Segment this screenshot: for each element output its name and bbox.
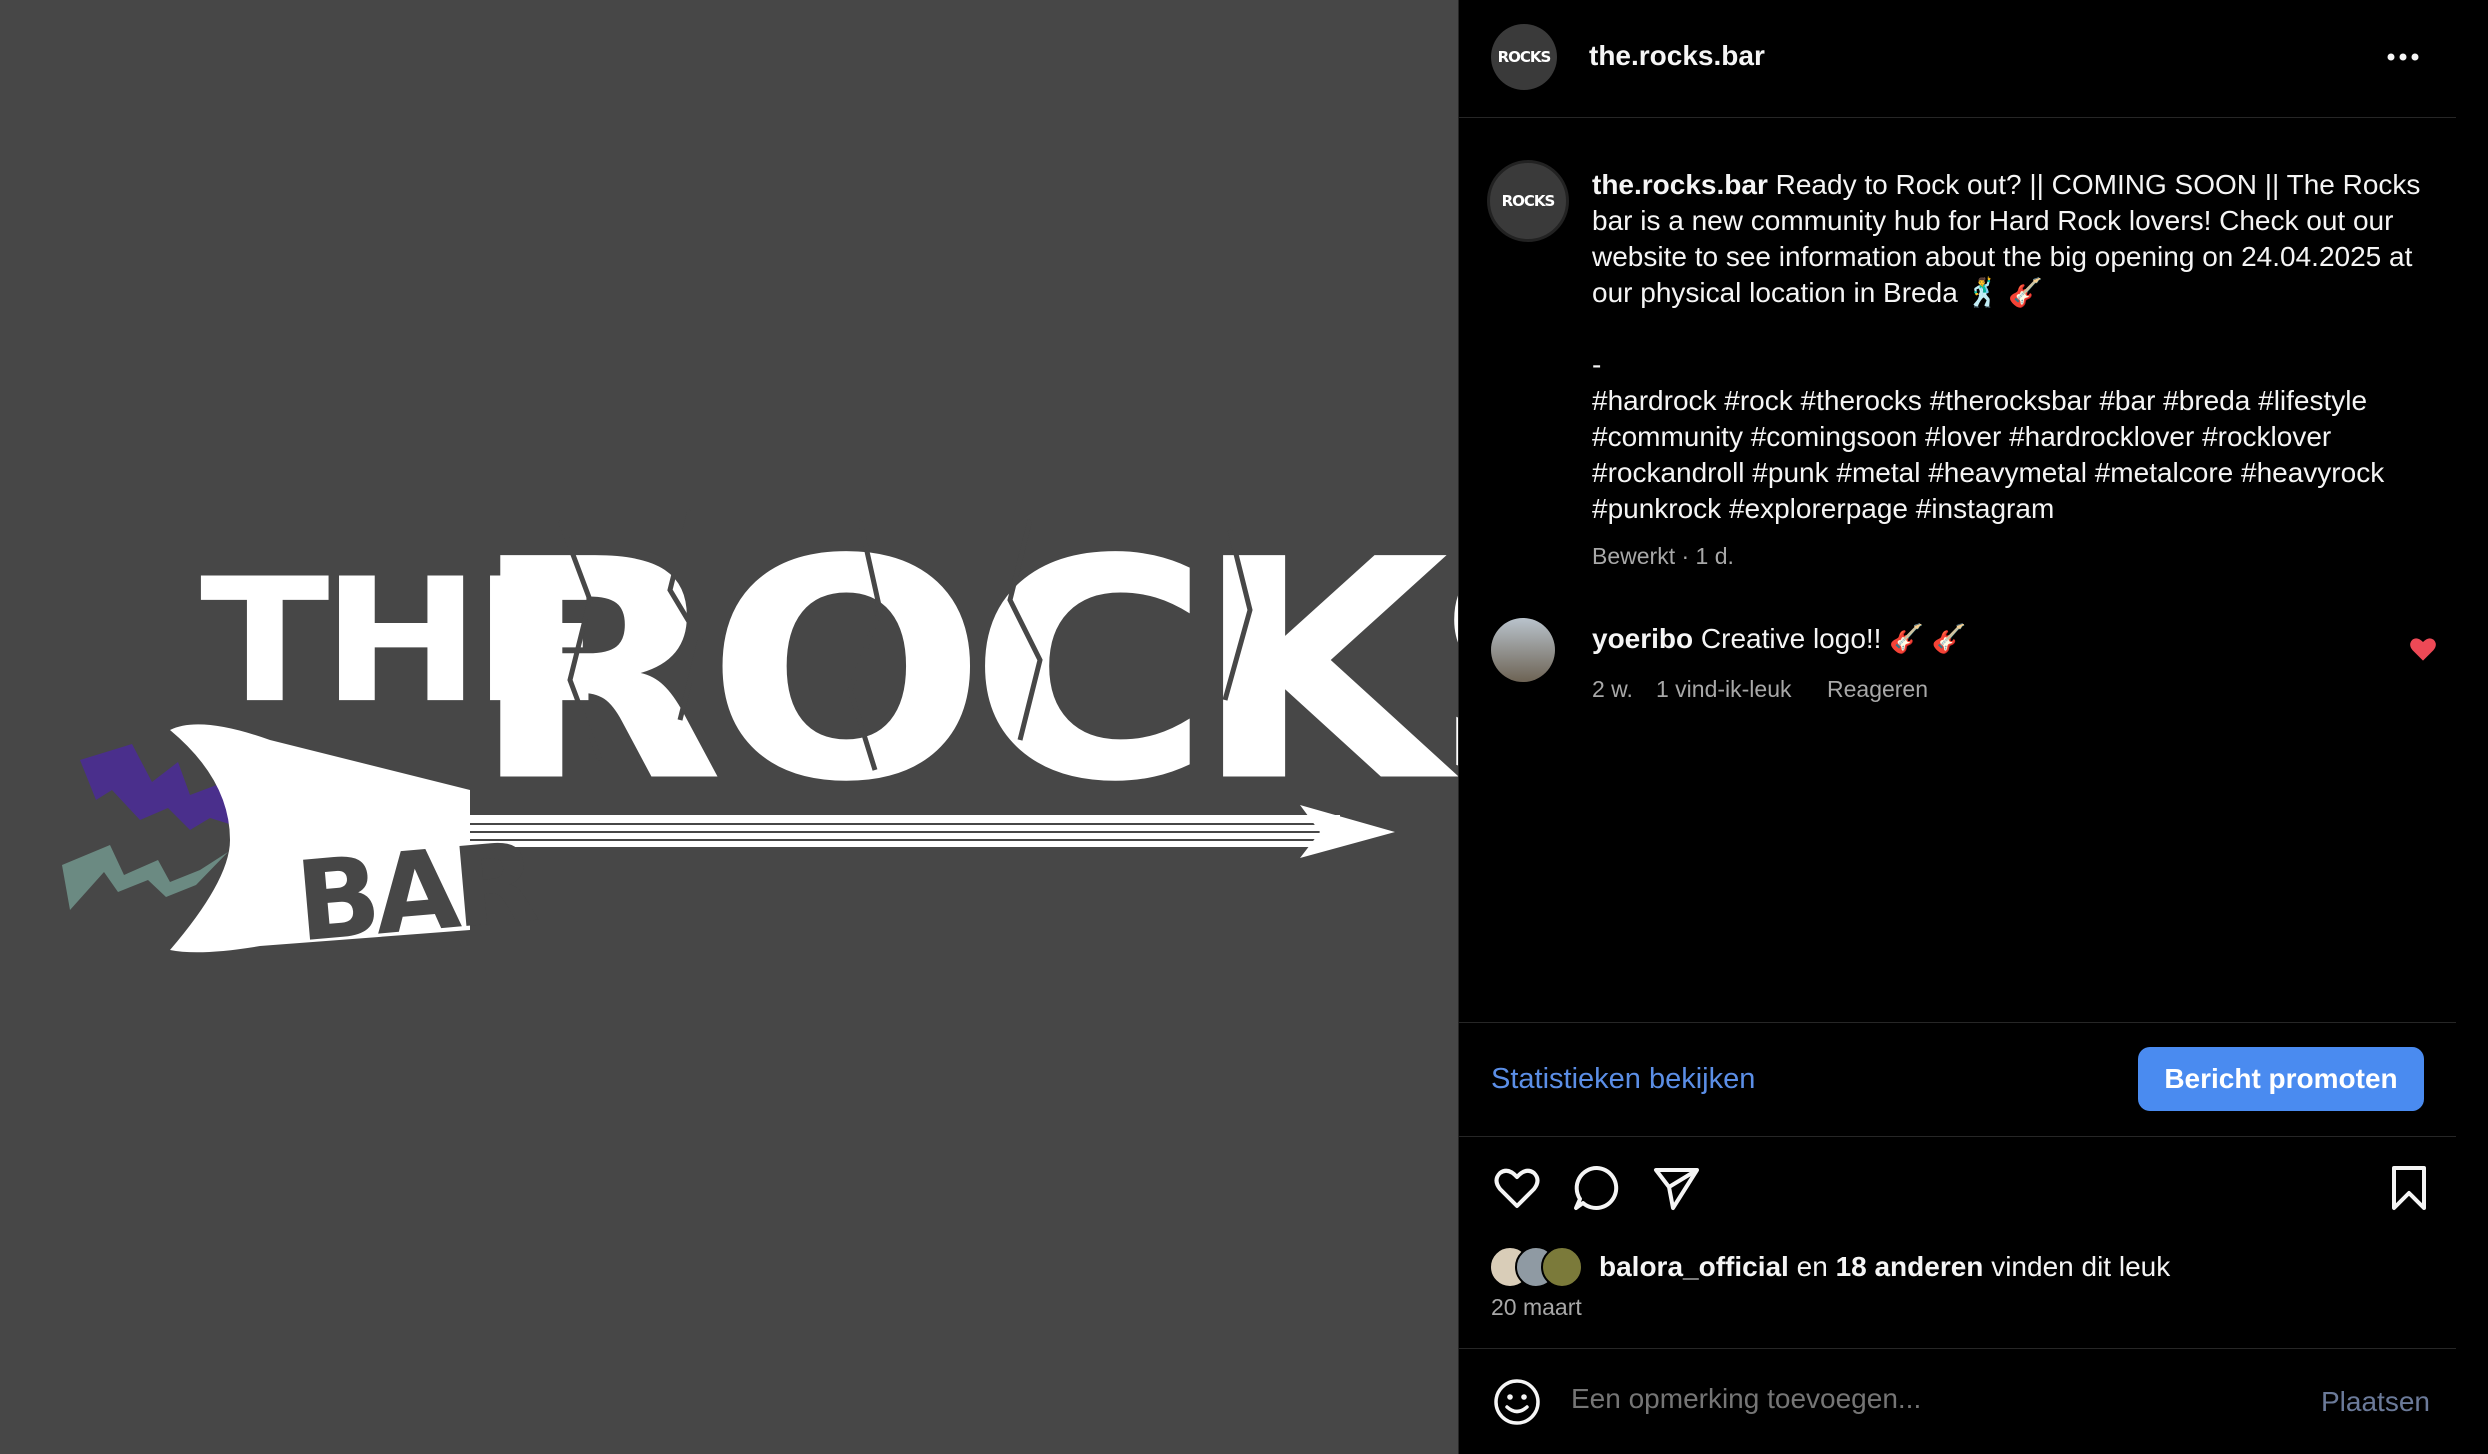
green-lightning-icon bbox=[62, 845, 228, 910]
comment-like-heart-icon[interactable] bbox=[2409, 636, 2437, 662]
the-rocks-bar-logo: THE ROCKS BAR bbox=[62, 495, 1458, 966]
comment-text: Creative logo!! 🎸 🎸 bbox=[1700, 623, 1967, 654]
post-sidebar: ROCKS the.rocks.bar ROCKS the.rocks.bar … bbox=[1458, 0, 2457, 1454]
promote-post-button[interactable]: Bericht promoten bbox=[2138, 1047, 2424, 1111]
header-username[interactable]: the.rocks.bar bbox=[1589, 40, 1765, 72]
stats-divider bbox=[1459, 1022, 2457, 1023]
comment-username[interactable]: yoeribo bbox=[1592, 623, 1693, 654]
liker-username[interactable]: balora_official bbox=[1599, 1251, 1789, 1282]
profile-avatar[interactable]: ROCKS bbox=[1491, 24, 1557, 90]
post-date: 20 maart bbox=[1491, 1294, 1582, 1320]
likes-others[interactable]: 18 anderen bbox=[1836, 1251, 1984, 1282]
likes-summary: balora_official en 18 anderen vinden dit… bbox=[1599, 1251, 2170, 1283]
post-caption: the.rocks.bar Ready to Rock out? || COMI… bbox=[1592, 167, 2442, 527]
header-divider bbox=[1459, 117, 2457, 118]
actions-divider bbox=[1459, 1136, 2457, 1137]
caption-hashtags: #hardrock #rock #therocks #therocksbar #… bbox=[1592, 385, 2385, 524]
caption-username[interactable]: the.rocks.bar bbox=[1592, 169, 1768, 200]
liker-avatar[interactable] bbox=[1541, 1246, 1583, 1288]
comment-likes[interactable]: 1 vind-ik-leuk bbox=[1656, 676, 1792, 703]
comment-reply-link[interactable]: Reageren bbox=[1827, 676, 1928, 703]
comment-row: yoeribo Creative logo!! 🎸 🎸 bbox=[1592, 621, 1967, 657]
like-heart-icon[interactable] bbox=[1491, 1162, 1543, 1214]
comment-input[interactable] bbox=[1569, 1382, 2273, 1416]
logo-rocks: ROCKS bbox=[470, 495, 1458, 848]
window-gutter bbox=[2456, 0, 2488, 1454]
composer-divider bbox=[1459, 1348, 2457, 1349]
post-image[interactable]: THE ROCKS BAR bbox=[0, 0, 1458, 1454]
logo-bar: BAR bbox=[291, 818, 541, 966]
caption-dash: - bbox=[1592, 349, 1602, 380]
likes-suffix: vinden dit leuk bbox=[1991, 1251, 2171, 1282]
comment-bubble-icon[interactable] bbox=[1571, 1162, 1623, 1214]
share-send-icon[interactable] bbox=[1651, 1162, 1703, 1214]
avatar-logo-text: ROCKS bbox=[1501, 192, 1556, 210]
view-insights-link[interactable]: Statistieken bekijken bbox=[1491, 1063, 1755, 1096]
more-options-icon[interactable] bbox=[2383, 44, 2423, 70]
bookmark-icon[interactable] bbox=[2383, 1162, 2435, 1214]
likes-connector: en bbox=[1796, 1251, 1828, 1282]
caption-meta: Bewerkt · 1 d. bbox=[1592, 543, 1734, 569]
emoji-smiley-icon[interactable] bbox=[1491, 1376, 1543, 1428]
comment-age: 2 w. bbox=[1592, 676, 1633, 702]
post-comment-button[interactable]: Plaatsen bbox=[2321, 1386, 2430, 1418]
caption-avatar[interactable]: ROCKS bbox=[1487, 160, 1569, 242]
avatar-logo-text: ROCKS bbox=[1497, 48, 1552, 66]
commenter-avatar[interactable] bbox=[1491, 618, 1555, 682]
